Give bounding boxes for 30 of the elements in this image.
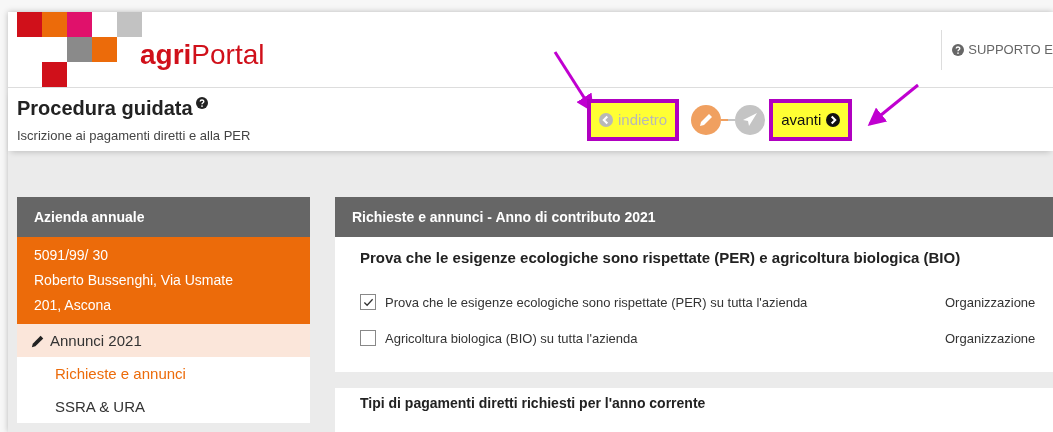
farm-info: Roberto Bussenghi, Via Usmate: [34, 271, 234, 290]
checkbox[interactable]: [360, 330, 376, 346]
farm-info: 5091/99/ 30: [34, 246, 109, 265]
pencil-icon: [31, 333, 45, 348]
option-label: Prova che le esigenze ecologiche sono rispettate (PER) su tutta l'azienda: [385, 294, 809, 310]
help-icon: [952, 43, 965, 56]
checkbox[interactable]: [360, 294, 376, 310]
logo-icon: [17, 12, 142, 87]
section-title: Prova che le esigenze ecologiche sono rispettate (PER) e agricoltura biologica (BIO): [359, 248, 962, 266]
sidebar-section[interactable]: Annunci 2021: [17, 324, 310, 357]
organization-label: Organizzazione: [945, 294, 1036, 310]
section-title: Tipi di pagamenti diretti richiesti per l'anno corrente: [360, 395, 706, 411]
farm-info: 201, Ascona: [34, 296, 113, 315]
logo-text: agriPortal: [140, 38, 265, 71]
page-title: Procedura guidata: [17, 96, 577, 120]
next-button[interactable]: avanti: [769, 98, 853, 141]
sidebar-title: Azienda annuale: [17, 197, 310, 237]
panel-title: Richieste e annunci - Anno di contributo 2021: [335, 197, 1053, 237]
paper-plane-icon: [742, 111, 759, 128]
pencil-icon: [698, 111, 715, 128]
option-label: Agricoltura biologica (BIO) su tutta l'azienda: [385, 330, 639, 346]
support-link[interactable]: SUPPORTO E: [941, 29, 1053, 70]
page-subtitle: Iscrizione ai pagamenti diretti e alla PER: [17, 127, 252, 143]
checkmark-icon: [362, 296, 374, 308]
chevron-left-icon: [599, 112, 613, 127]
annotation-arrow: [867, 83, 919, 126]
organization-label: Organizzazione: [945, 330, 1036, 346]
step-circle[interactable]: [691, 104, 722, 135]
help-icon: [195, 96, 208, 109]
chevron-right-icon: [826, 112, 841, 127]
